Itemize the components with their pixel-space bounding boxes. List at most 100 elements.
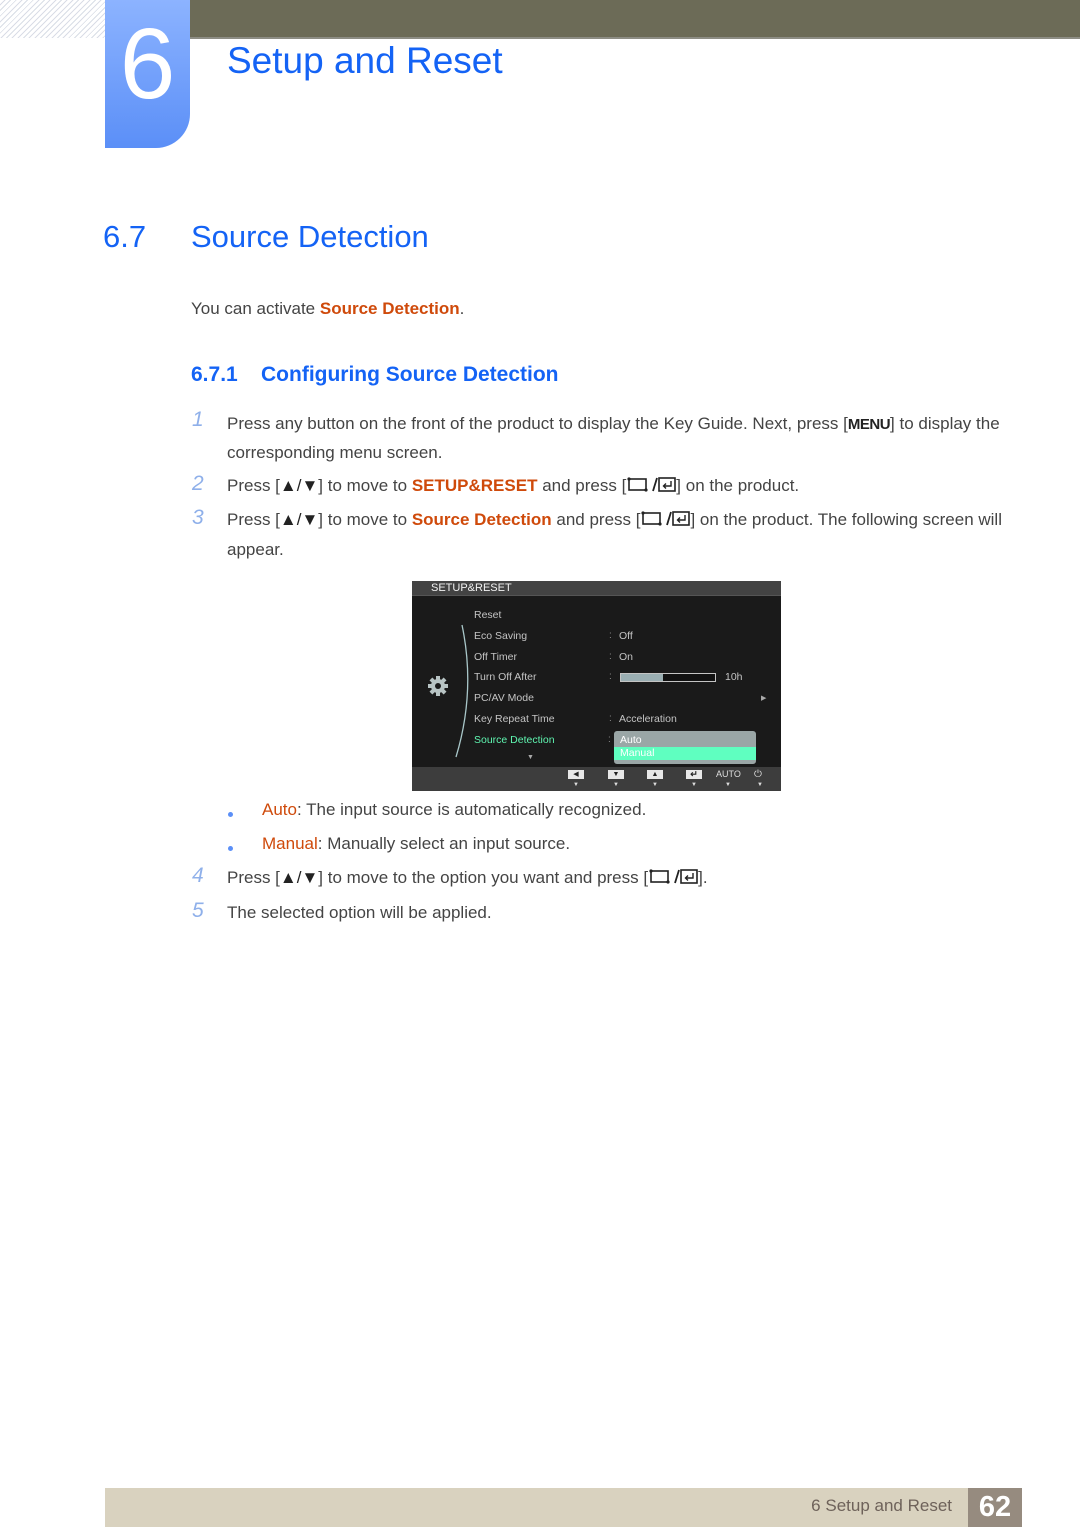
step-4-text: Press [▲/▼] to move to the option you wa… (227, 864, 1017, 894)
auto-key[interactable]: AUTO (716, 769, 741, 779)
osd-header: SETUP&RESET (412, 581, 781, 596)
step-text-part: ] to move to (318, 510, 412, 529)
up-arrow-glyph: ▲ (651, 771, 659, 778)
page-footer: 6 Setup and Reset 62 (105, 1488, 1022, 1527)
up-key-icon[interactable]: ▲ (647, 770, 663, 779)
step-number: 3 (192, 506, 204, 529)
step-text-part: ]. (698, 868, 708, 887)
step-text-part: and press [ (537, 476, 627, 495)
osd-item-eco-saving[interactable]: Eco Saving (474, 630, 527, 642)
left-key-icon[interactable]: ◀ (568, 770, 584, 779)
option-auto-description: Auto: The input source is automatically … (262, 800, 646, 820)
osd-option-manual[interactable]: Manual (614, 747, 756, 760)
bullet-icon (228, 812, 233, 817)
key-tick-icon: ▼ (613, 782, 619, 788)
intro-suffix: . (459, 299, 465, 318)
power-key-icon[interactable]: ⏻ (754, 769, 762, 780)
step-text-part: Press [ (227, 510, 280, 529)
step-5-text: The selected option will be applied. (227, 899, 1017, 927)
step-3-text: Press [▲/▼] to move to Source Detection … (227, 506, 1017, 564)
chapter-tab: 6 (105, 0, 190, 148)
osd-colon: : (609, 651, 612, 662)
osd-turn-off-after-slider[interactable] (620, 673, 716, 682)
step-number: 2 (192, 472, 204, 495)
osd-colon: : (608, 734, 611, 745)
osd-option-auto[interactable]: Auto (614, 734, 756, 747)
osd-item-pc-av-mode[interactable]: PC/AV Mode (474, 692, 534, 704)
osd-slider-fill (621, 674, 664, 681)
scroll-down-arrow-icon: ▼ (527, 754, 534, 761)
step-number: 4 (192, 864, 204, 887)
osd-key-guide: ◀ ▼ ▲ ↵ AUTO ⏻ ▼ ▼ ▼ ▼ ▼ ▼ (412, 767, 781, 791)
up-down-arrow-icon: ▲/▼ (279, 476, 319, 495)
option-desc: : The input source is automatically reco… (296, 800, 647, 819)
osd-menu-screenshot: SETUP&RESET Reset Eco Saving : Off Off T… (412, 581, 781, 791)
subsection-number: 6.7.1 (191, 363, 238, 386)
osd-value-turn-off-after: 10h (725, 671, 743, 683)
osd-source-detection-dropdown[interactable]: Auto Manual (614, 731, 756, 764)
section-number: 6.7 (103, 219, 147, 254)
osd-curve-decoration (455, 624, 469, 758)
step-number: 1 (192, 408, 204, 431)
osd-title: SETUP&RESET (431, 582, 512, 594)
osd-colon: : (609, 630, 612, 641)
osd-colon: : (609, 671, 612, 682)
chapter-title: Setup and Reset (227, 40, 503, 81)
intro-prefix: You can activate (191, 299, 320, 318)
subsection-title: Configuring Source Detection (261, 363, 559, 386)
section-title: Source Detection (191, 219, 429, 254)
option-name: Manual (262, 834, 318, 853)
header-bar (190, 0, 1080, 39)
key-tick-icon: ▼ (652, 782, 658, 788)
gear-icon (428, 676, 448, 696)
option-desc: : Manually select an input source. (317, 834, 571, 853)
source-enter-key-icon (640, 508, 691, 536)
down-key-icon[interactable]: ▼ (608, 770, 624, 779)
osd-item-key-repeat-time[interactable]: Key Repeat Time (474, 713, 555, 725)
key-tick-icon: ▼ (725, 782, 731, 788)
option-name: Auto (262, 800, 297, 819)
footer-chapter-label: 6 Setup and Reset (811, 1496, 952, 1515)
step-text-part: ] on the product. (676, 476, 800, 495)
enter-glyph: ↵ (690, 769, 698, 779)
submenu-arrow-icon: ▶ (761, 695, 767, 702)
osd-item-reset[interactable]: Reset (474, 609, 501, 621)
step-text-part: Press [ (227, 476, 280, 495)
step-text-part: Press [ (227, 868, 280, 887)
step-text-part: and press [ (551, 510, 641, 529)
step-2-text: Press [▲/▼] to move to SETUP&RESET and p… (227, 472, 1017, 502)
chapter-number: 6 (119, 8, 176, 120)
osd-colon: : (609, 713, 612, 724)
key-tick-icon: ▼ (573, 782, 579, 788)
intro-highlight: Source Detection (319, 299, 460, 318)
osd-item-off-timer[interactable]: Off Timer (474, 651, 517, 663)
step-highlight: SETUP&RESET (411, 476, 538, 495)
left-arrow-glyph: ◀ (573, 771, 579, 778)
intro-text: You can activate Source Detection. (191, 299, 464, 319)
key-tick-icon: ▼ (757, 782, 763, 788)
source-enter-key-icon (626, 474, 677, 502)
osd-value-off-timer: On (619, 651, 634, 663)
step-text-part: The selected option will be applied. (227, 903, 492, 922)
page-number: 62 (968, 1488, 1022, 1527)
up-down-arrow-icon: ▲/▼ (279, 868, 319, 887)
up-down-arrow-icon: ▲/▼ (279, 510, 319, 529)
key-tick-icon: ▼ (691, 782, 697, 788)
step-text-part: Press any button on the front of the pro… (227, 414, 848, 433)
option-manual-description: Manual: Manually select an input source. (262, 834, 570, 854)
step-number: 5 (192, 899, 204, 922)
header-hatch-decoration (0, 0, 105, 38)
bullet-icon (228, 846, 233, 851)
enter-key-icon[interactable]: ↵ (686, 770, 702, 779)
down-arrow-glyph: ▼ (612, 771, 620, 778)
step-text-part: ] to move to (318, 476, 412, 495)
osd-item-source-detection[interactable]: Source Detection (474, 734, 555, 746)
osd-item-turn-off-after[interactable]: Turn Off After (474, 671, 536, 683)
menu-key-label: MENU (847, 416, 891, 433)
step-text-part: ] to move to the option you want and pre… (318, 868, 649, 887)
osd-value-key-repeat-time: Acceleration (619, 713, 677, 725)
step-highlight: Source Detection (411, 510, 552, 529)
step-1-text: Press any button on the front of the pro… (227, 410, 1017, 467)
source-enter-key-icon (648, 866, 698, 894)
osd-value-eco-saving: Off (619, 630, 633, 642)
